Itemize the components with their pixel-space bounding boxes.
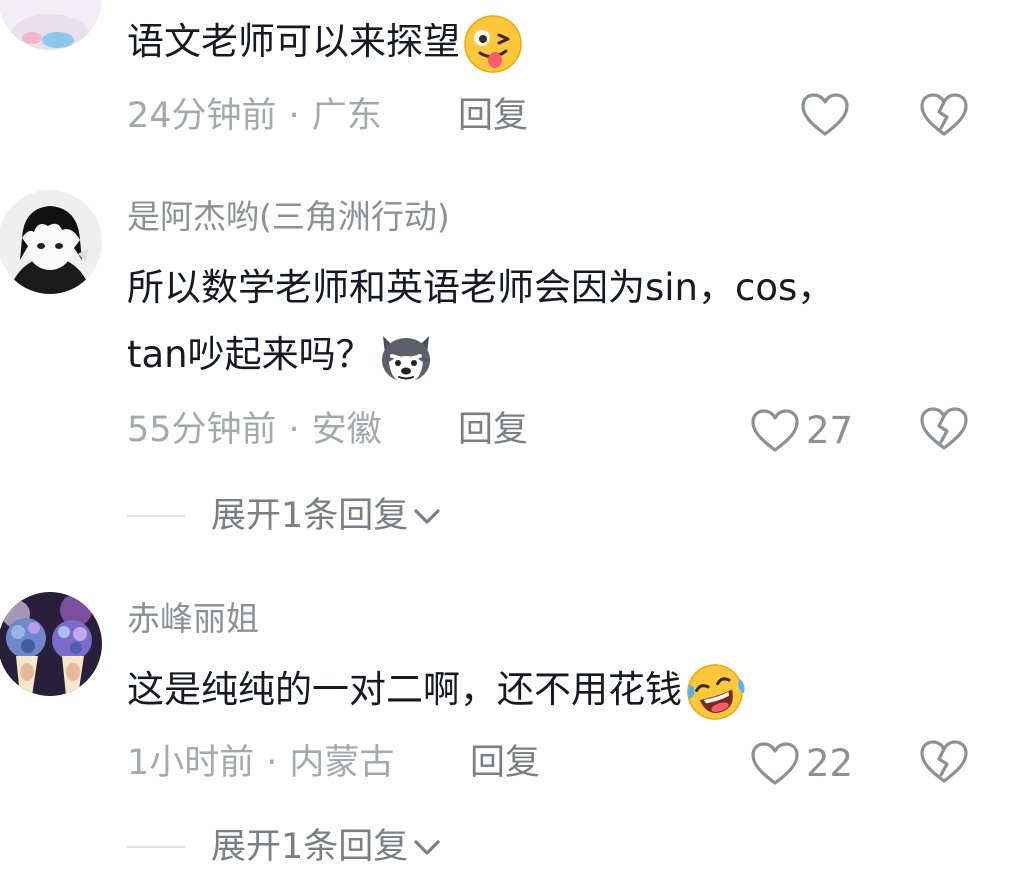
comment-text: tan吵起来吗？ (127, 321, 977, 389)
separator-dot: · (288, 96, 300, 136)
wink-tongue-emoji (462, 13, 524, 75)
comment-location: 内蒙古 (289, 743, 395, 783)
broken-heart-icon (920, 407, 968, 450)
heart-icon (751, 409, 799, 452)
expand-replies-button[interactable]: 展开1条回复 (127, 491, 444, 541)
comment-time: 24分钟前 (127, 96, 277, 136)
like-count: 22 (806, 742, 854, 785)
comment-location: 广东 (311, 96, 382, 136)
chevron-down-icon (414, 840, 440, 855)
dislike-button[interactable] (919, 406, 969, 452)
comment-meta: 24分钟前 · 广东 (127, 91, 382, 141)
husky-dog-emoji (375, 326, 437, 388)
comment-username[interactable]: 是阿杰哟(三角洲行动) (127, 195, 450, 239)
avatar-image (0, 190, 102, 294)
comment-username[interactable]: 赤峰丽姐 (127, 597, 259, 641)
dislike-button[interactable] (919, 739, 969, 785)
expand-replies-label: 展开1条回复 (211, 827, 409, 867)
divider-line (127, 515, 185, 517)
expand-replies-button[interactable]: 展开1条回复 (127, 822, 444, 872)
comment-text: 语文老师可以来探望 (127, 8, 977, 76)
avatar[interactable] (0, 190, 102, 294)
like-button[interactable]: 22 (750, 739, 853, 789)
reply-button[interactable]: 回复 (458, 91, 528, 141)
comment-text: 所以数学老师和英语老师会因为sin，cos， (127, 266, 835, 309)
broken-heart-icon (920, 740, 968, 783)
comment-location: 安徽 (311, 410, 382, 450)
comment-time: 1小时前 (127, 743, 255, 783)
like-button[interactable] (800, 92, 850, 138)
comment-meta: 1小时前 · 内蒙古 (127, 738, 394, 788)
chevron-down-icon (414, 509, 440, 524)
avatar[interactable] (0, 0, 102, 50)
dislike-button[interactable] (919, 92, 969, 138)
like-count: 27 (806, 409, 854, 452)
like-button[interactable]: 27 (750, 406, 853, 456)
heart-icon (751, 742, 799, 785)
separator-dot: · (266, 743, 278, 783)
comment-text: 这是纯纯的一对二啊，还不用花钱 (127, 656, 977, 724)
broken-heart-icon (920, 93, 968, 136)
heart-icon (801, 93, 849, 136)
comment-time: 55分钟前 (127, 410, 277, 450)
separator-dot: · (288, 410, 300, 450)
reply-button[interactable]: 回复 (458, 405, 528, 455)
avatar-image (0, 592, 102, 696)
divider-line (127, 846, 185, 848)
laughing-tears-emoji (684, 661, 746, 723)
avatar[interactable] (0, 592, 102, 696)
comment-meta: 55分钟前 · 安徽 (127, 405, 382, 455)
reply-button[interactable]: 回复 (470, 738, 540, 788)
expand-replies-label: 展开1条回复 (211, 496, 409, 536)
avatar-image (0, 0, 102, 50)
